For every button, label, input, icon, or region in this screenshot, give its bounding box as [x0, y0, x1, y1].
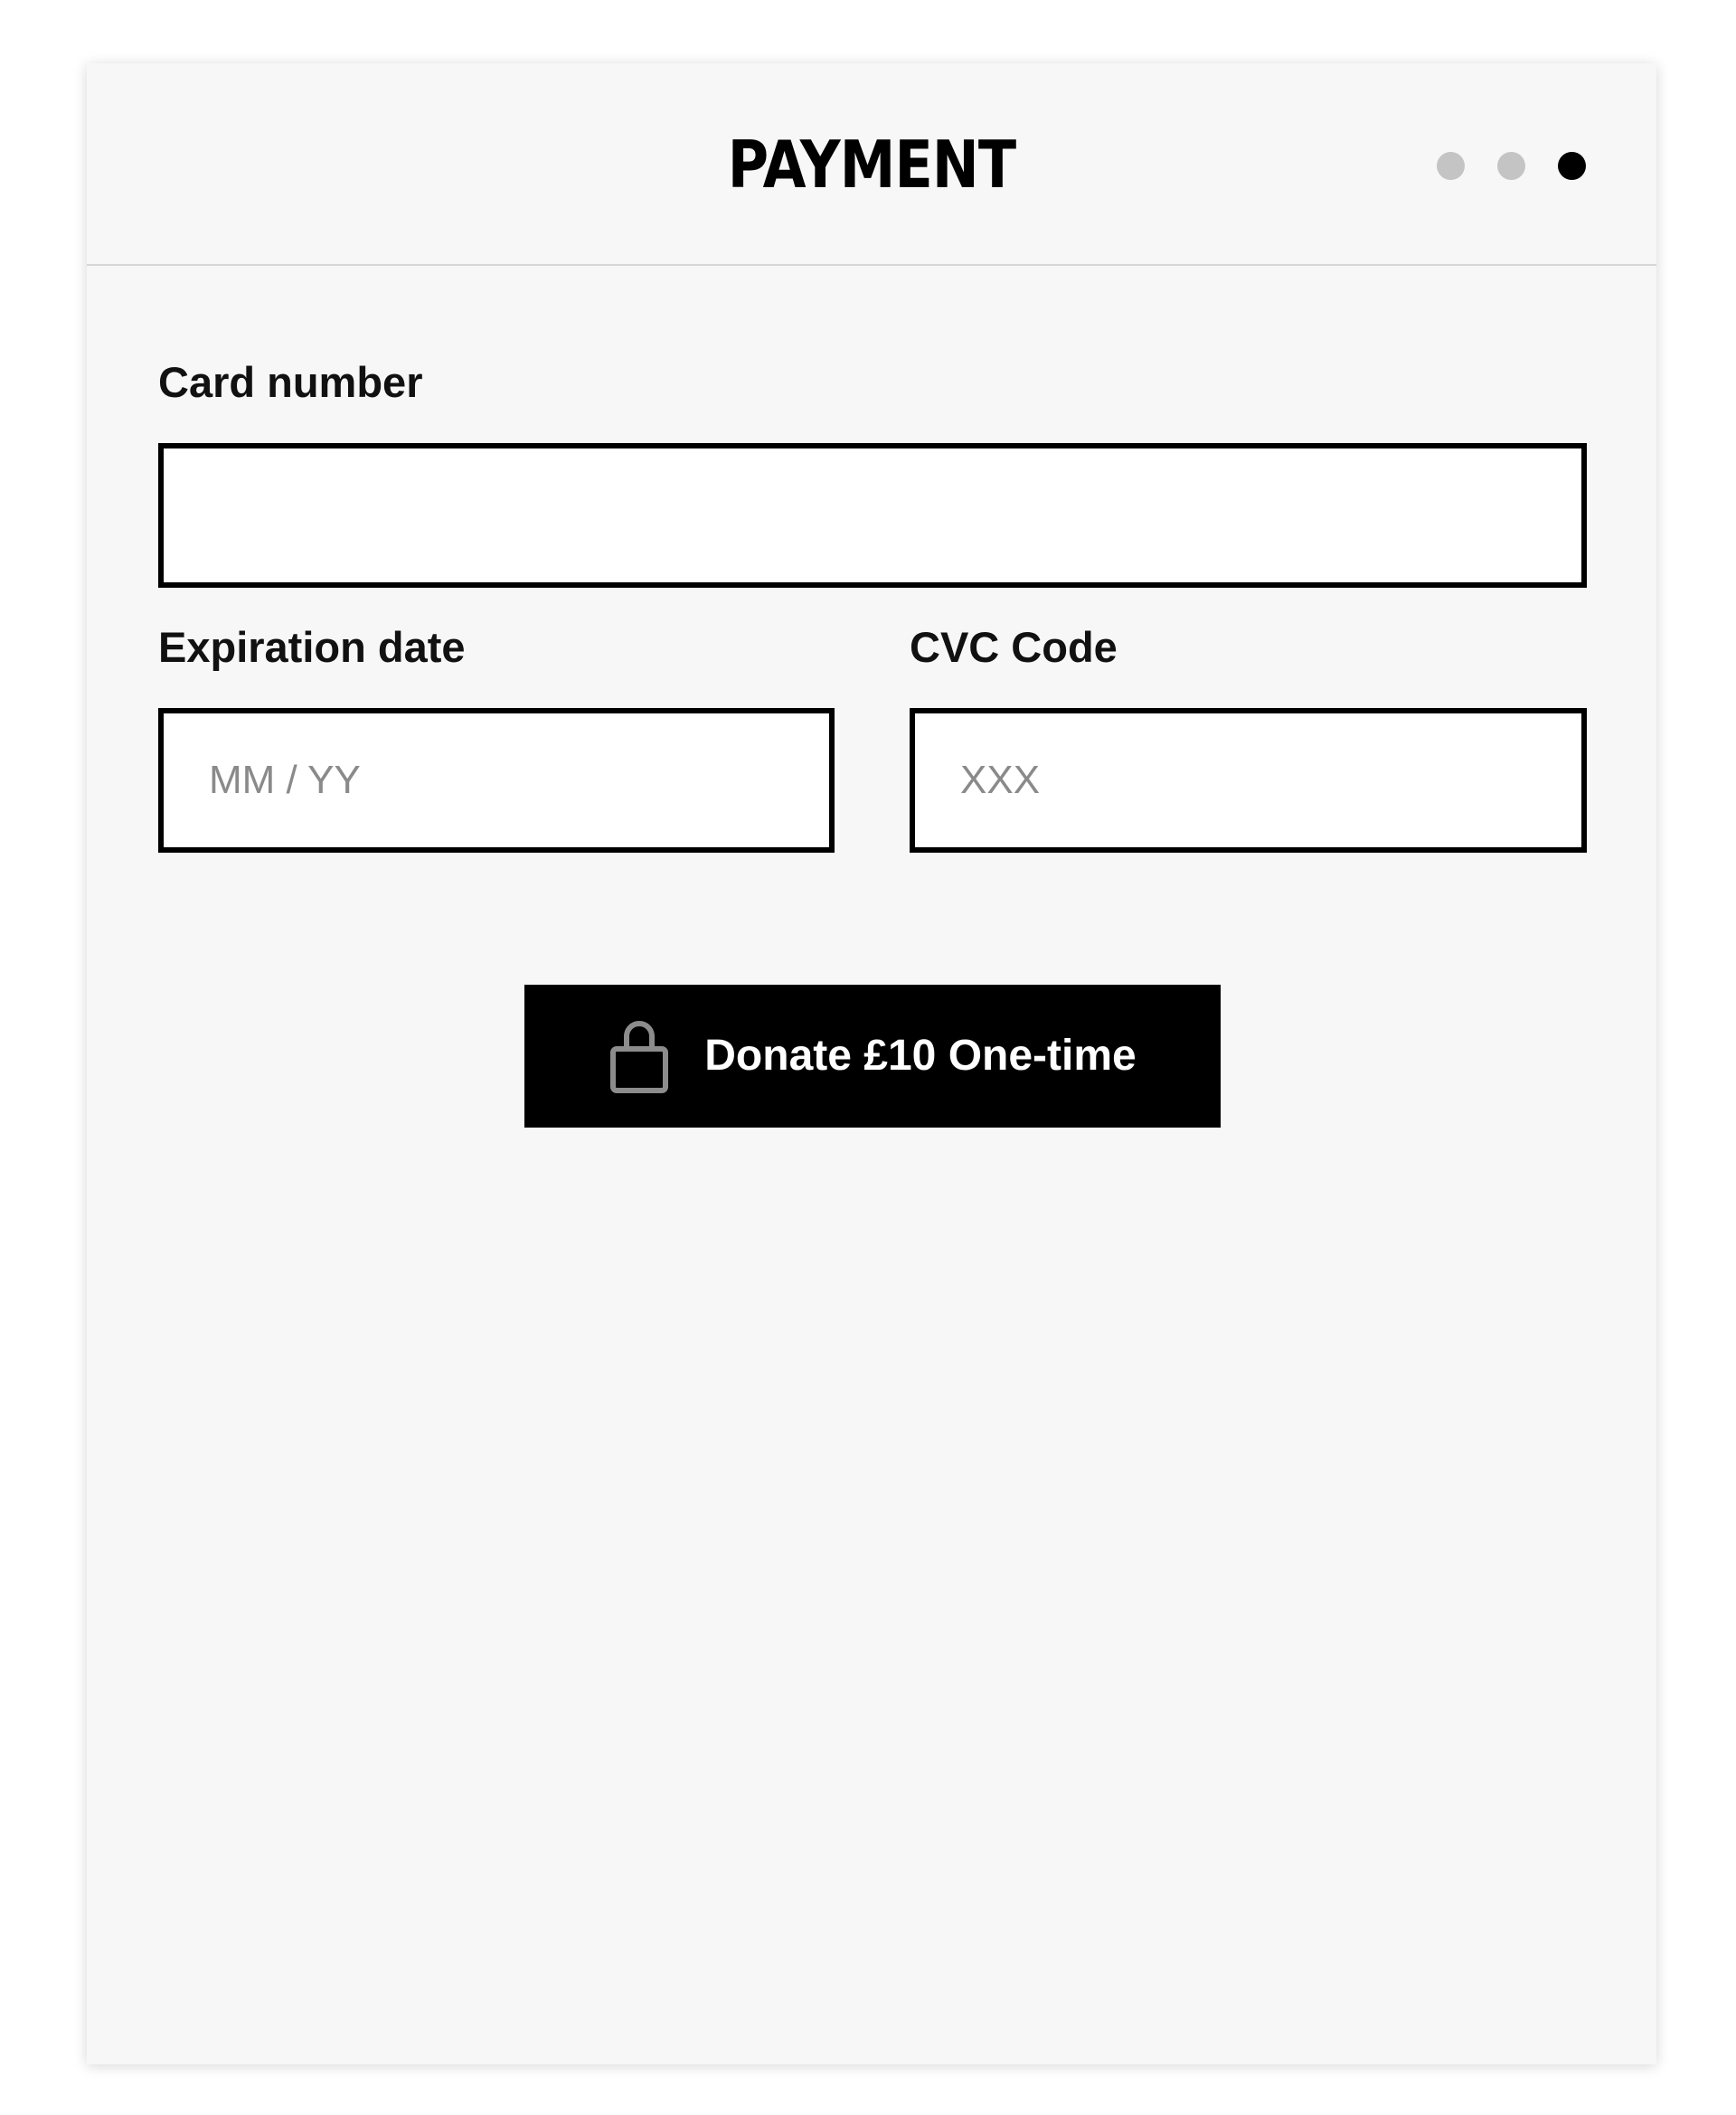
card-number-input[interactable]: [164, 448, 1581, 582]
cvc-code-field: [910, 708, 1587, 853]
payment-header: PAYMENT: [87, 63, 1656, 266]
step-indicator: [1437, 152, 1586, 180]
step-dot-3-active: [1558, 152, 1586, 180]
card-number-label: Card number: [158, 358, 423, 406]
page-title: PAYMENT: [727, 127, 1016, 203]
payment-card: PAYMENT Card number Expiration date CVC …: [87, 63, 1656, 2064]
expiration-date-label: Expiration date: [158, 623, 466, 671]
card-number-field: [158, 443, 1587, 588]
lock-icon: [609, 1018, 670, 1094]
expiration-date-field: [158, 708, 835, 853]
cvc-code-label: CVC Code: [910, 623, 1118, 671]
step-dot-2: [1497, 152, 1525, 180]
expiration-date-input[interactable]: [164, 713, 829, 847]
donate-button[interactable]: Donate £10 One-time: [524, 985, 1221, 1128]
donate-button-label: Donate £10 One-time: [704, 1032, 1137, 1080]
step-dot-1: [1437, 152, 1465, 180]
cvc-code-input[interactable]: [915, 713, 1581, 847]
